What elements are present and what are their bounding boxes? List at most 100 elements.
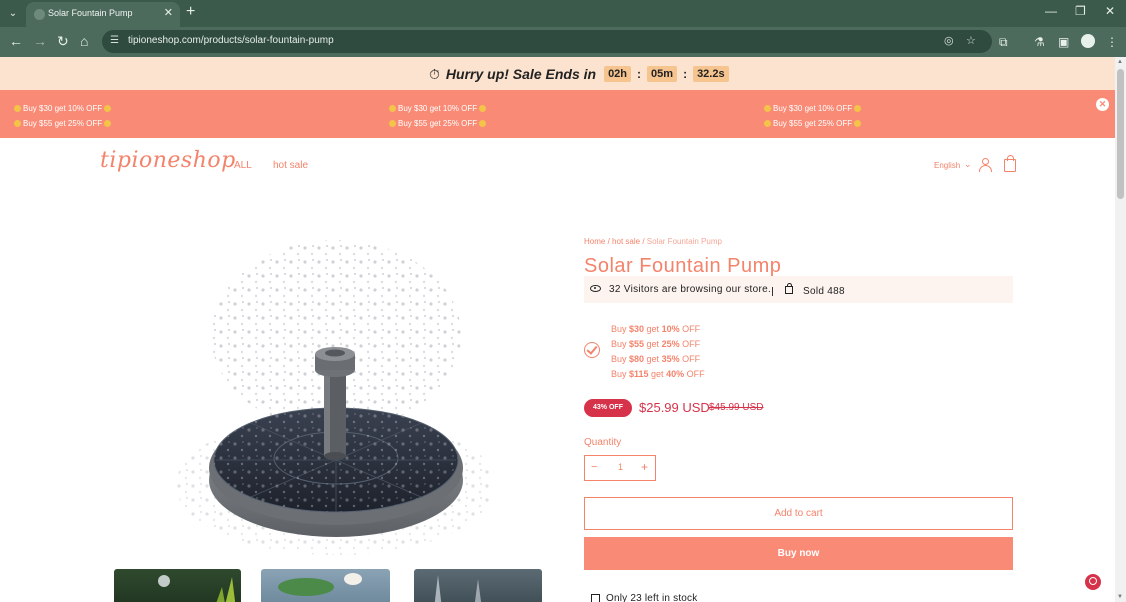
breadcrumb-separator: /	[607, 237, 610, 246]
product-main-image[interactable]	[176, 230, 492, 562]
home-icon[interactable]: ⌂	[80, 34, 88, 48]
breadcrumb-current: Solar Fountain Pump	[646, 237, 722, 246]
promo-line: Buy $30 get 10% OFF	[23, 104, 103, 113]
volume-discount-tiers: Buy $30 get 10% OFF Buy $55 get 25% OFF …	[611, 322, 705, 382]
countdown-seconds: 32.2s	[693, 66, 729, 82]
lab-flask-icon[interactable]: ⚗	[1034, 35, 1045, 49]
tab-close-icon[interactable]: ✕	[164, 6, 173, 19]
nav-link-all[interactable]: ALL	[234, 160, 252, 171]
tier-mid: get	[644, 339, 662, 349]
tier-suffix: OFF	[684, 369, 705, 379]
reload-icon[interactable]: ↻	[57, 34, 69, 48]
coin-icon	[764, 105, 771, 112]
back-arrow-icon[interactable]: ←	[9, 34, 23, 48]
tier-suffix: OFF	[679, 354, 701, 364]
web-page: ⏱ Hurry up! Sale Ends in 02h : 05m : 32.…	[0, 57, 1115, 602]
stock-bag-icon	[591, 594, 600, 602]
countdown-minutes: 05m	[647, 66, 678, 82]
divider	[772, 287, 773, 296]
eye-icon	[590, 285, 601, 292]
scrollbar-thumb[interactable]	[1117, 69, 1124, 199]
coin-icon	[104, 105, 112, 112]
scroll-down-arrow-icon[interactable]: ▼	[1117, 594, 1123, 600]
tier-suffix: OFF	[679, 339, 701, 349]
promo-group: Buy $30 get 10% OFF Buy $55 get 25% OFF	[762, 101, 863, 131]
browser-toolbar: ← → ↻ ⌂ ☰ tipioneshop.com/products/solar…	[0, 27, 1126, 57]
eye-slash-icon[interactable]: ◎	[944, 34, 954, 47]
sale-price: $25.99 USD	[639, 400, 710, 415]
browser-menu-icon[interactable]: ⋮	[1106, 35, 1118, 49]
breadcrumb-category[interactable]: hot sale	[612, 237, 640, 246]
thumbnail-plant-icon	[158, 575, 236, 602]
tier-percent: 25%	[661, 339, 680, 349]
favicon-icon	[34, 9, 45, 20]
shopping-bag-icon	[785, 283, 793, 294]
tier-suffix: OFF	[679, 324, 701, 334]
promo-line: Buy $55 get 25% OFF	[773, 119, 853, 128]
floating-chat-icon[interactable]	[1085, 574, 1101, 590]
scroll-up-arrow-icon[interactable]: ▲	[1117, 59, 1123, 65]
address-bar[interactable]: ☰ tipioneshop.com/products/solar-fountai…	[102, 30, 992, 53]
coin-icon	[854, 120, 862, 127]
chevron-down-icon[interactable]: ⌄	[964, 159, 972, 170]
cart-bag-icon[interactable]	[1004, 155, 1016, 172]
discount-badge: 43% OFF	[584, 399, 632, 417]
tier-prefix: Buy	[611, 324, 630, 334]
stock-text: Only 23 left in stock	[606, 593, 698, 602]
browser-tab-active[interactable]: Solar Fountain Pump ✕	[26, 2, 180, 27]
coin-icon	[104, 120, 112, 127]
promo-group: Buy $30 get 10% OFF Buy $55 get 25% OFF	[387, 101, 488, 131]
profile-avatar-icon[interactable]	[1081, 34, 1095, 48]
account-user-icon[interactable]	[979, 158, 992, 172]
tier-prefix: Buy	[611, 354, 630, 364]
forward-arrow-icon[interactable]: →	[33, 34, 47, 48]
discount-tier: Buy $30 get 10% OFF	[611, 322, 705, 337]
coin-icon	[479, 105, 487, 112]
promo-marquee: Buy $30 get 10% OFF Buy $55 get 25% OFF …	[0, 90, 1115, 138]
breadcrumb-separator: /	[642, 237, 645, 246]
tier-amount: $115	[629, 369, 649, 379]
thumbnail-image[interactable]	[261, 569, 390, 602]
window-restore-button[interactable]: ❐	[1075, 4, 1086, 18]
window-minimize-button[interactable]: —	[1045, 4, 1057, 18]
promo-line: Buy $55 get 25% OFF	[398, 119, 478, 128]
coin-icon	[14, 120, 21, 127]
tab-search-chevron-icon[interactable]: ⌄	[4, 5, 22, 23]
bookmark-star-icon[interactable]: ☆	[966, 34, 976, 47]
promo-line: Buy $30 get 10% OFF	[773, 104, 853, 113]
coin-icon	[389, 105, 396, 112]
site-info-icon[interactable]: ☰	[110, 35, 119, 46]
thumbnail-lily-icon	[278, 573, 362, 596]
social-proof-bar: 32 Visitors are browsing our store. Sold…	[584, 276, 1013, 303]
nav-link-hot-sale[interactable]: hot sale	[273, 160, 308, 171]
browser-tab-strip: ⌄ Solar Fountain Pump ✕ + — ❐ ✕	[0, 0, 1126, 27]
tab-title: Solar Fountain Pump	[48, 8, 133, 18]
url-text[interactable]: tipioneshop.com/products/solar-fountain-…	[128, 35, 334, 46]
discount-tier: Buy $55 get 25% OFF	[611, 337, 705, 352]
tier-amount: $55	[629, 339, 645, 349]
quantity-input[interactable]: 1	[618, 462, 623, 472]
page-scrollbar[interactable]: ▲ ▼	[1115, 57, 1126, 602]
quantity-increase-button[interactable]: +	[641, 460, 648, 474]
new-tab-button[interactable]: +	[186, 3, 195, 21]
window-close-button[interactable]: ✕	[1105, 4, 1115, 18]
breadcrumb: Home / hot sale / Solar Fountain Pump	[584, 237, 722, 246]
tier-mid: get	[644, 354, 662, 364]
promo-line: Buy $55 get 25% OFF	[23, 119, 103, 128]
tier-mid: get	[644, 324, 662, 334]
tier-percent: 10%	[661, 324, 680, 334]
promo-group: Buy $30 get 10% OFF Buy $55 get 25% OFF	[12, 101, 113, 131]
buy-now-button[interactable]: Buy now	[584, 537, 1013, 570]
add-to-cart-button[interactable]: Add to cart	[584, 497, 1013, 530]
extensions-icon[interactable]: ⧉	[999, 35, 1008, 50]
site-logo[interactable]: tipioneshop	[100, 148, 236, 173]
thumbnail-image[interactable]	[114, 569, 241, 602]
promo-close-button[interactable]: ✕	[1096, 98, 1109, 111]
tier-amount: $80	[629, 354, 645, 364]
side-panel-icon[interactable]: ▣	[1058, 35, 1069, 49]
thumbnail-image[interactable]	[414, 569, 542, 602]
sold-count-text: Sold 488	[803, 286, 845, 297]
quantity-decrease-button[interactable]: −	[591, 461, 597, 473]
breadcrumb-home[interactable]: Home	[584, 237, 605, 246]
language-selector[interactable]: English	[934, 161, 960, 170]
